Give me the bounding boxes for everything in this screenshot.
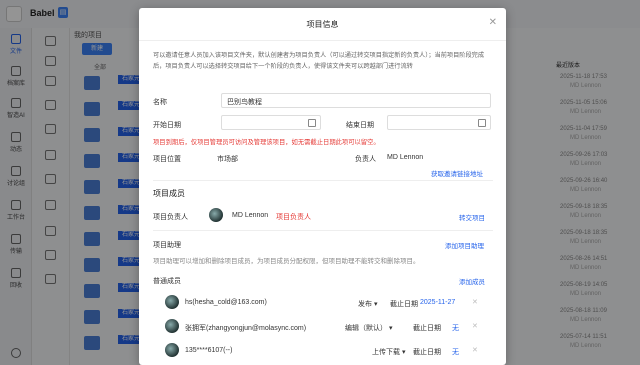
end-date-input[interactable] [387,115,491,130]
divider [153,230,493,231]
member-name: 135****6107(--) [185,347,233,354]
remove-icon[interactable]: ✕ [472,298,478,306]
avatar [209,208,223,222]
avatar [165,295,179,309]
deadline-value[interactable]: 无 [452,323,459,333]
remove-icon[interactable]: ✕ [472,322,478,330]
project-info-dialog: 项目信息 ✕ 可以邀请任意人员加入该项目文件夹，默认创建者为项目负责人（可以通过… [139,8,506,365]
location-value: 市场部 [217,156,238,163]
member-name: hs(hesha_cold@163.com) [185,299,267,306]
members-section-title: 项目成员 [153,189,185,198]
deadline-warning: 项目到期后，仅项目管理员可访问及管理该项目，如无需截止日期此项可以留空。 [153,139,380,146]
calendar-icon [308,119,316,127]
deadline-label: 截止日期 [390,301,418,308]
permission-dropdown[interactable]: 编辑（默认） ▾ [345,323,392,333]
close-icon[interactable]: ✕ [489,17,497,28]
location-label: 项目位置 [153,156,181,163]
normal-members-label: 普通成员 [153,278,181,285]
member-name: 张拥军(zhangyongjun@molasync.com) [185,325,307,332]
calendar-icon [478,119,486,127]
transfer-project-link[interactable]: 转交项目 [459,212,485,222]
deadline-value[interactable]: 2025-11-27 [420,299,455,306]
name-input[interactable]: 巴别鸟教程 [221,93,491,108]
leader-tag: 项目负责人 [276,214,311,221]
dialog-description: 可以邀请任意人员加入该项目文件夹，默认创建者为项目负责人（可以通过转交项目指定新… [153,52,485,70]
assistant-label: 项目助理 [153,242,181,249]
dialog-title: 项目信息 [306,20,339,29]
start-date-input[interactable] [221,115,321,130]
start-date-label: 开始日期 [153,122,181,129]
add-member-link[interactable]: 添加成员 [459,276,485,286]
deadline-label: 截止日期 [413,349,441,356]
leader-name: MD Lennon [232,212,269,219]
deadline-value[interactable]: 无 [452,347,459,357]
remove-icon[interactable]: ✕ [472,346,478,354]
owner-label: 负责人 [355,156,376,163]
assistant-description: 项目助理可以增加和删除项目成员，为项目成员分配权限，但项目助理不能转交和删除项目… [153,258,420,265]
invite-link[interactable]: 获取邀请链接地址 [431,168,483,178]
avatar [165,343,179,357]
add-assistant-link[interactable]: 添加项目助理 [445,240,484,250]
name-label: 名称 [153,99,167,106]
avatar [165,319,179,333]
leader-label: 项目负责人 [153,214,188,221]
divider [153,180,493,181]
permission-dropdown[interactable]: 发布 ▾ [358,299,377,309]
end-date-label: 结束日期 [346,122,374,129]
owner-value: MD Lennon [387,154,424,161]
divider [139,40,506,41]
permission-dropdown[interactable]: 上传下载 ▾ [372,347,405,357]
deadline-label: 截止日期 [413,325,441,332]
